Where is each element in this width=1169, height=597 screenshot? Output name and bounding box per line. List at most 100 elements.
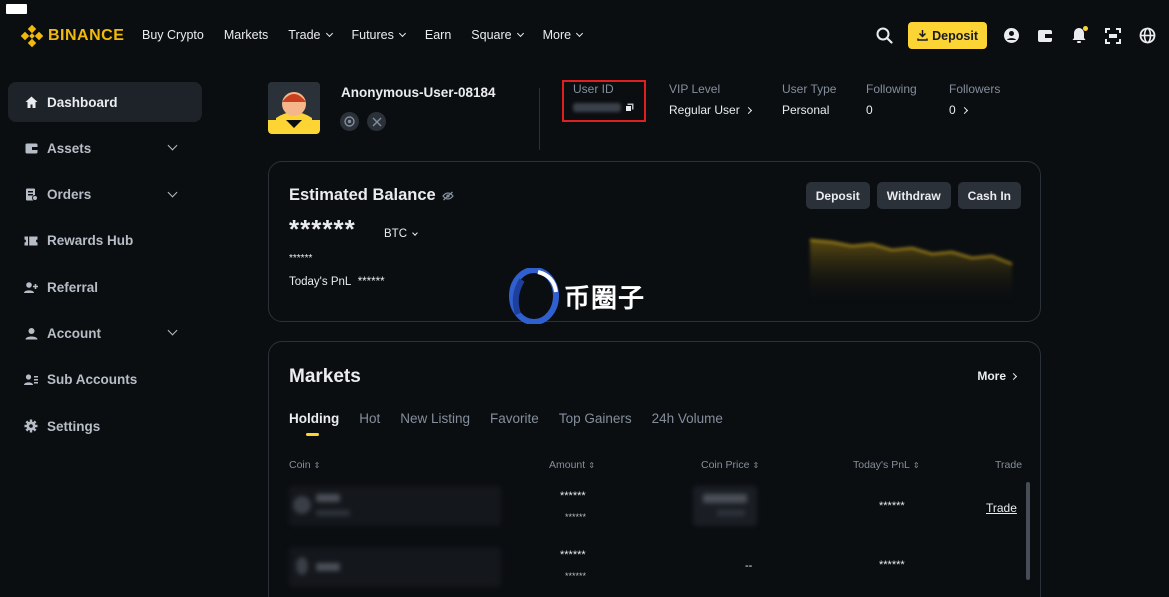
todays-pnl[interactable]: Today's PnL ******: [289, 276, 385, 288]
sidebar-item-assets[interactable]: Assets: [8, 128, 202, 168]
sort-icon: ⇕: [588, 460, 595, 470]
user-id-label: User ID: [573, 82, 614, 96]
globe-icon[interactable]: [1137, 26, 1157, 46]
binance-logo-icon: [20, 24, 44, 48]
nav-trade[interactable]: Trade: [288, 28, 333, 42]
brand-name: BINANCE: [48, 27, 125, 44]
tab-holding[interactable]: Holding: [289, 411, 339, 436]
markets-card: Markets More Holding Hot New Listing Fav…: [268, 341, 1041, 597]
sidebar-item-rewards-hub[interactable]: Rewards Hub: [8, 221, 202, 261]
balance-value: ******: [289, 214, 356, 244]
column-header-coin[interactable]: Coin ⇕: [289, 459, 320, 471]
balance-fiat-value: ******: [289, 253, 313, 264]
amount-sub-value: ******: [565, 571, 587, 581]
tab-top-gainers[interactable]: Top Gainers: [559, 411, 632, 436]
markets-title: Markets: [289, 366, 361, 387]
account-icon[interactable]: [1001, 26, 1021, 46]
chevron-down-icon: [576, 29, 584, 38]
vip-level-value[interactable]: Regular User: [669, 103, 752, 117]
balance-sparkline: [809, 239, 1013, 304]
balance-unit-select[interactable]: BTC: [384, 228, 418, 240]
header-actions: Deposit: [874, 22, 1157, 49]
nav-more[interactable]: More: [542, 28, 584, 42]
trade-link[interactable]: Trade: [986, 501, 1017, 515]
followers-count: 0: [949, 103, 956, 117]
sidebar-item-dashboard[interactable]: Dashboard: [8, 82, 202, 122]
sidebar-item-sub-accounts[interactable]: Sub Accounts: [8, 360, 202, 400]
nav-label: Earn: [424, 28, 452, 42]
add-user-icon: [24, 280, 38, 294]
sidebar-item-account[interactable]: Account: [8, 313, 202, 353]
withdraw-button[interactable]: Withdraw: [876, 182, 951, 209]
pnl-value: ******: [879, 500, 905, 512]
tab-favorite[interactable]: Favorite: [490, 411, 539, 436]
avatar[interactable]: [268, 82, 320, 134]
balance-actions: Deposit Withdraw Cash In: [805, 182, 1021, 209]
watermark-text: 币圈子: [564, 283, 646, 314]
user-icon: [24, 326, 38, 340]
column-label: Today's PnL: [853, 459, 910, 471]
followers-value[interactable]: 0: [949, 103, 1000, 117]
vip-level-label: VIP Level: [669, 82, 721, 96]
sidebar-item-label: Dashboard: [47, 94, 118, 110]
column-label: Coin Price: [701, 459, 750, 471]
sidebar-item-orders[interactable]: Orders: [8, 175, 202, 215]
sidebar-item-settings[interactable]: Settings: [8, 406, 202, 446]
download-icon: [917, 30, 928, 41]
user-id-value: [573, 103, 634, 112]
deposit-button[interactable]: Deposit: [805, 182, 870, 209]
amount-sub-value: ******: [565, 512, 587, 522]
nav-square[interactable]: Square: [471, 28, 524, 42]
sidebar-item-label: Referral: [47, 279, 99, 295]
eye-slash-icon[interactable]: [441, 191, 454, 201]
balance-title: Estimated Balance: [289, 186, 454, 205]
header-deposit-button[interactable]: Deposit: [908, 22, 987, 49]
profile-divider: [539, 88, 540, 150]
chevron-down-icon: [167, 187, 178, 198]
bell-icon[interactable]: [1069, 25, 1089, 46]
users-icon: [24, 373, 38, 387]
eye-badge-icon[interactable]: [340, 112, 359, 131]
following-stat: Following 0: [866, 82, 917, 117]
amount-value: ******: [560, 490, 586, 502]
watermark: 币圈子: [508, 268, 645, 324]
coin-blurred: [289, 547, 501, 587]
search-icon[interactable]: [874, 26, 894, 46]
x-twitter-icon[interactable]: [367, 112, 386, 131]
nav-label: Buy Crypto: [142, 28, 204, 42]
table-scrollbar[interactable]: [1026, 482, 1030, 580]
sidebar-item-referral[interactable]: Referral: [8, 267, 202, 307]
amount-value: ******: [560, 549, 586, 561]
nav-label: Futures: [351, 28, 394, 42]
chevron-right-icon: [960, 106, 968, 114]
nav-label: More: [542, 28, 572, 42]
sidebar-item-label: Sub Accounts: [47, 372, 138, 388]
watermark-logo-icon: [509, 268, 559, 324]
coin-blurred: [289, 486, 501, 526]
nav-futures[interactable]: Futures: [351, 28, 406, 42]
column-header-amount[interactable]: Amount ⇕: [549, 459, 595, 471]
tab-hot[interactable]: Hot: [359, 411, 380, 436]
chevron-down-icon: [398, 29, 406, 38]
qr-download-icon[interactable]: [1103, 26, 1123, 46]
followers-stat: Followers 0: [949, 82, 1000, 117]
tab-new-listing[interactable]: New Listing: [400, 411, 470, 436]
markets-more-link[interactable]: More: [977, 369, 1018, 383]
user-id-stat: User ID: [573, 82, 634, 112]
price-blurred: [693, 486, 757, 526]
tab-24h-volume[interactable]: 24h Volume: [652, 411, 723, 436]
top-navigation-bar: BINANCE Buy Crypto Markets Trade Futures…: [0, 0, 1169, 72]
notification-dot: [1083, 25, 1088, 31]
nav-markets[interactable]: Markets: [224, 28, 268, 42]
column-header-todays-pnl[interactable]: Today's PnL ⇕: [853, 459, 920, 471]
column-header-coin-price[interactable]: Coin Price ⇕: [701, 459, 759, 471]
brand-logo[interactable]: BINANCE: [20, 24, 125, 48]
wallet-icon[interactable]: [1035, 26, 1055, 46]
cash-in-button[interactable]: Cash In: [957, 182, 1021, 209]
sidebar: Dashboard Assets Orders Rewards Hub Refe…: [8, 82, 202, 452]
chevron-down-icon: [325, 29, 333, 38]
copy-icon[interactable]: [625, 103, 634, 112]
following-value[interactable]: 0: [866, 103, 917, 117]
nav-earn[interactable]: Earn: [425, 28, 451, 42]
nav-buy-crypto[interactable]: Buy Crypto: [142, 28, 204, 42]
